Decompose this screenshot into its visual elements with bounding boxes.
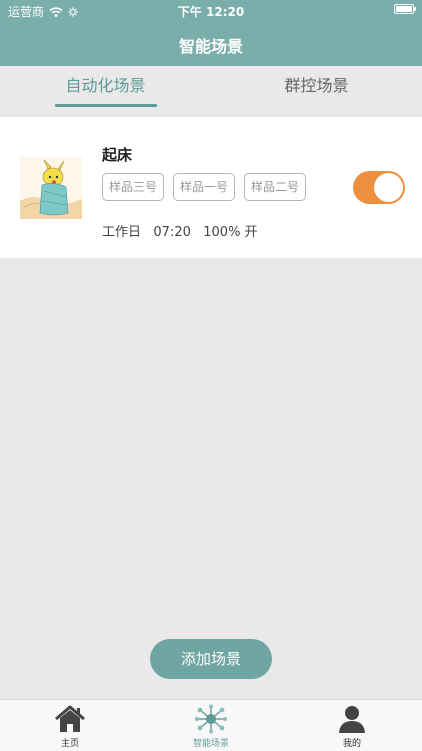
scene-enable-toggle[interactable] [353, 171, 405, 204]
user-icon [339, 706, 365, 733]
nav-item-smart-scenes[interactable]: 智能场景 [141, 700, 281, 749]
add-scene-button[interactable]: 添加场景 [150, 639, 272, 679]
device-chip: 样品一号 [173, 173, 235, 201]
status-bar: 运营商 下午 12:20 [0, 0, 422, 22]
nav-label-smart-scenes: 智能场景 [192, 739, 229, 749]
nav-label-mine: 我的 [342, 739, 361, 749]
home-icon [55, 705, 85, 732]
nav-label-home: 主页 [60, 739, 79, 749]
page-title: 智能场景 [178, 37, 243, 56]
scene-schedule: 工作日 07:20 100% 开 [102, 225, 258, 240]
tab-group-control-scenes[interactable]: 群控场景 [211, 66, 422, 116]
scene-name: 起床 [102, 146, 133, 164]
nav-item-home[interactable]: 主页 [0, 700, 140, 749]
active-tab-indicator [55, 104, 157, 107]
nav-item-mine[interactable]: 我的 [282, 700, 422, 749]
bottom-nav: 主页 智能场景 我的 [0, 699, 422, 751]
scene-hub-icon [195, 704, 227, 734]
scene-tabs: 自动化场景 群控场景 [0, 66, 422, 116]
scene-thumbnail-image [20, 157, 82, 219]
status-time: 下午 12:20 [177, 5, 245, 19]
device-chip: 样品三号 [102, 173, 164, 201]
scene-device-list: 样品三号 样品一号 样品二号 [102, 173, 306, 201]
top-header: 运营商 下午 12:20 智能场景 [0, 0, 422, 66]
battery-icon [394, 4, 416, 14]
toggle-knob [374, 173, 403, 202]
tab-automation-scenes[interactable]: 自动化场景 [0, 66, 211, 116]
scene-card[interactable]: 起床 样品三号 样品一号 样品二号 工作日 07:20 100% 开 [0, 117, 422, 258]
device-chip: 样品二号 [244, 173, 306, 201]
